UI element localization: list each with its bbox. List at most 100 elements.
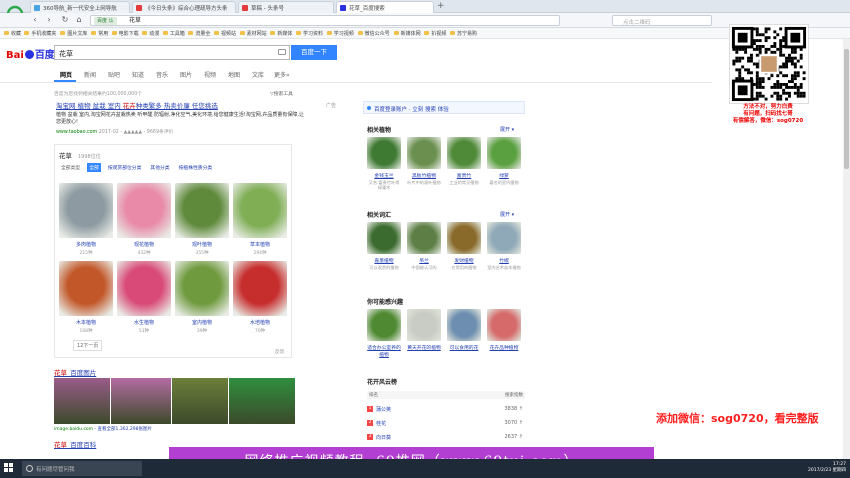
tab-wenku[interactable]: 文库 [252, 70, 264, 79]
related-thumbnail [407, 222, 441, 254]
bookmark-item[interactable]: 苏宁易购 [450, 30, 477, 37]
tab-draft[interactable]: 草稿 - 头条号 [238, 1, 334, 13]
hot-list-row[interactable]: 2 桂花 3070 ↑ [367, 419, 525, 429]
forward-arrow-icon[interactable]: › [44, 15, 54, 25]
plant-category-item[interactable]: 多肉植物 215种 [59, 183, 113, 256]
image-thumbnail[interactable] [111, 378, 171, 424]
tab-zhidao[interactable]: 知道 [132, 70, 144, 79]
tab-baidu-search[interactable]: 花草_百度搜索 [336, 1, 434, 13]
back-arrow-icon[interactable]: ‹ [30, 15, 40, 25]
search-input[interactable]: 花草 [54, 45, 290, 60]
bookmark-item[interactable]: 微信公众号 [357, 30, 390, 37]
plant-category-item[interactable]: 木本植物 108种 [59, 261, 113, 334]
related-item[interactable]: 嘉墨植物 可以观赏的植物 [367, 222, 401, 270]
refresh-icon[interactable]: ↻ [60, 15, 70, 25]
related-item[interactable]: 可以食用的花 [447, 309, 481, 351]
baike-result-title[interactable]: 花草_百度百科 [54, 439, 96, 449]
bookmark-item[interactable]: 动漫 [142, 30, 159, 37]
tab-web[interactable]: 网页 [60, 70, 72, 79]
baidu-logo[interactable]: Bai 百度 [6, 46, 55, 61]
bookmark-item[interactable]: 素材网站 [239, 30, 267, 37]
related-item[interactable]: 黄天开花的植物 [407, 309, 441, 351]
tab-toutiao[interactable]: 《今日头条》综合心理疏导方头条 [132, 1, 236, 13]
expand-link[interactable]: 展开 ▾ [500, 211, 514, 218]
ad-result-title[interactable]: 淘宝网 植物 盆栽 室内 花卉种类繁多 热卖价廉 任您挑选 [56, 100, 218, 110]
home-icon[interactable]: ⌂ [74, 15, 84, 25]
filter-chip[interactable]: 其他分类 [148, 163, 171, 172]
bookmark-item[interactable]: 扒视频 [424, 30, 446, 37]
search-button[interactable]: 百度一下 [291, 45, 337, 60]
bookmark-item[interactable]: 常用 [91, 30, 108, 37]
plant-category-item[interactable]: 室内植物 39种 [175, 261, 229, 334]
plant-category-item[interactable]: 水培植物 70种 [233, 261, 287, 334]
hot-list-row[interactable]: 1 蒲公英 3838 ↑ [367, 405, 525, 415]
tab-news[interactable]: 新闻 [84, 70, 96, 79]
image-thumbnail[interactable] [172, 378, 228, 424]
filter-chip[interactable]: 按观赏部位分类 [106, 163, 144, 172]
browser-search-input[interactable]: 点击二维码 [612, 15, 712, 26]
bookmark-item[interactable]: 电影下载 [111, 30, 139, 37]
expand-link[interactable]: 展开 ▾ [500, 126, 514, 133]
bookmark-item[interactable]: 视频站 [214, 30, 236, 37]
tab-map[interactable]: 地图 [228, 70, 240, 79]
bookmark-item[interactable]: 手机收藏夹 [24, 30, 56, 37]
plant-category-item[interactable]: 观花植物 432种 [117, 183, 171, 256]
system-clock[interactable]: 17:27 2017/2/23 星期四 [760, 462, 846, 474]
bookmark-item[interactable]: 流量全 [188, 30, 210, 37]
tab-tieba[interactable]: 贴吧 [108, 70, 120, 79]
section-title: 相关植物 [367, 127, 392, 134]
tab-music[interactable]: 音乐 [156, 70, 168, 79]
ad-url[interactable]: www.taobao.com 2017-02 - ▲▲▲▲▲ - 9669条评价 [56, 128, 173, 135]
windows-start-icon[interactable] [4, 463, 14, 473]
bookmark-item[interactable]: 工具箱 [162, 30, 185, 37]
card-title[interactable]: 花草 1998位位 [59, 150, 101, 160]
bookmark-item[interactable]: 收藏 [4, 30, 21, 37]
tab-more[interactable]: 更多» [274, 70, 290, 79]
related-item[interactable]: 黑板竹植物 叶片中的观叶植物 [407, 137, 441, 185]
plant-category-count: 51种 [138, 329, 150, 334]
tab-video[interactable]: 视频 [204, 70, 216, 79]
new-tab-plus-icon[interactable]: + [437, 2, 447, 12]
filter-chip[interactable]: 全部 [87, 163, 101, 172]
filter-chip[interactable]: 全部类型 [59, 163, 82, 172]
plant-category-item[interactable]: 观叶植物 355种 [175, 183, 229, 256]
feedback-link[interactable]: 反馈 [275, 349, 284, 355]
related-item-desc: 叶片中的观叶植物 [407, 180, 441, 185]
login-bar[interactable]: 百度登录账户 · 立刻 搜索 体验 [363, 101, 525, 114]
scrollbar-thumb[interactable] [844, 49, 849, 169]
related-item[interactable]: 富贵竹 工业的常见植物 [447, 137, 481, 185]
filter-chip[interactable]: 按植株性质分类 [177, 163, 215, 172]
camera-icon[interactable] [278, 49, 286, 55]
page-scrollbar[interactable] [843, 39, 850, 459]
related-item[interactable]: 吊兰 中国被认可的 [407, 222, 441, 270]
related-item[interactable]: 金钱玉兰 又名:富贵竹叶常绿灌木 [367, 137, 401, 190]
tab-360[interactable]: 360导航_新一代安全上网导航 [30, 1, 130, 13]
qr-code-icon [729, 24, 809, 104]
next-page-button[interactable]: 12下一页 [73, 340, 103, 351]
image-source[interactable]: image.baidu.com - 查看全部1,362,298张图片 [54, 426, 152, 432]
bookmark-item[interactable]: 学习资料 [296, 30, 323, 37]
image-thumbnail[interactable] [229, 378, 295, 424]
plant-category-item[interactable]: 水生植物 51种 [117, 261, 171, 334]
plant-category-item[interactable]: 草本植物 294种 [233, 183, 287, 256]
related-item-name: 可以食用的花 [449, 346, 479, 351]
url-input[interactable]: 百度 认 花草 [90, 15, 560, 26]
image-thumbnail[interactable] [54, 378, 110, 424]
bookmark-item[interactable]: 新媒体 [270, 30, 292, 37]
image-result-title[interactable]: 花草_百度图片 [54, 367, 96, 377]
search-tools-link[interactable]: ▽搜索工具 [270, 90, 293, 97]
related-item[interactable]: 适合办公室养的植物 [367, 309, 401, 358]
bookmark-item[interactable]: 图片文库 [60, 30, 87, 37]
related-item[interactable]: 竹椒 室内艺术苗木植物 [487, 222, 521, 270]
hot-list-row[interactable]: 3 向日葵 2637 ↑ [367, 433, 525, 443]
related-item[interactable]: 花卉品种植物 [487, 309, 521, 351]
bookmark-item[interactable]: 新媒体网 [393, 30, 421, 37]
rank-badge: 3 [367, 434, 373, 440]
related-item[interactable]: 绿萝 著名的室内植物 [487, 137, 521, 185]
bookmark-item[interactable]: 学习视频 [326, 30, 354, 37]
tab-images[interactable]: 图片 [180, 70, 192, 79]
taskbar-search-input[interactable]: 有问题尽管问我 [22, 461, 142, 476]
plant-category-count: 294种 [253, 251, 267, 256]
related-item[interactable]: 发财植物 在常用的植物 [447, 222, 481, 270]
hot-keyword: 向日葵 [376, 435, 392, 441]
